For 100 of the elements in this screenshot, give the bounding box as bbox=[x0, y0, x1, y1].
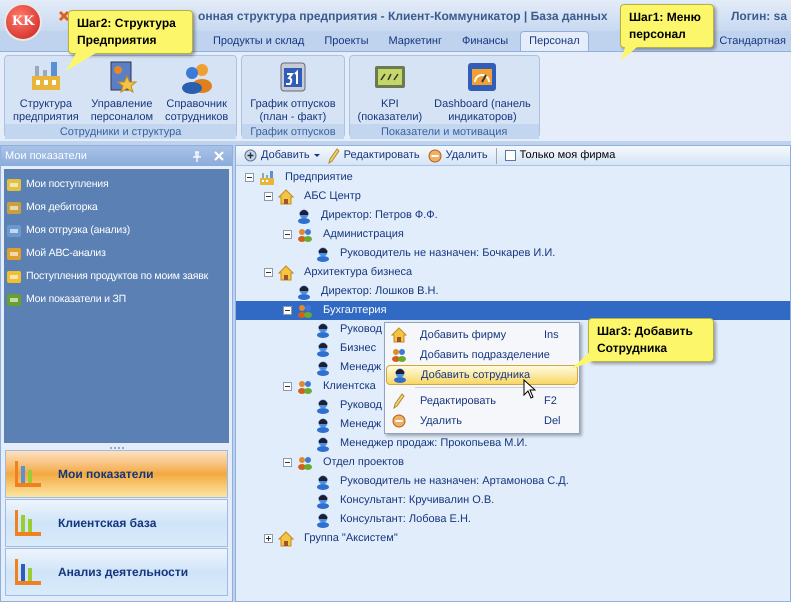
tree-label: Руководитель не назначен: Бочкарев И.И. bbox=[339, 246, 556, 262]
tree-row[interactable]: Менедж bbox=[236, 415, 384, 434]
tree-label: Архитектура бизнеса bbox=[303, 265, 414, 280]
tree-label: Бизнес bbox=[339, 341, 378, 356]
menu-item[interactable]: Редактировать F2 bbox=[386, 391, 578, 411]
tree-label: Директор: Петров Ф.Ф. bbox=[320, 208, 439, 224]
bar-chart-icon bbox=[14, 460, 42, 488]
ribbon-button[interactable]: Структура предприятия bbox=[9, 56, 83, 124]
shortcut-label: Del bbox=[544, 414, 562, 429]
person-icon bbox=[316, 322, 330, 338]
ribbon-button[interactable]: KPI (показатели) bbox=[354, 56, 426, 124]
person-icon bbox=[316, 416, 330, 432]
list-item[interactable]: Поступления продуктов по моим заявк bbox=[4, 265, 229, 288]
tree-row[interactable]: Архитектура бизнеса bbox=[236, 263, 414, 282]
menu-item[interactable]: Добавить фирму Ins bbox=[386, 325, 578, 345]
list-item[interactable]: Мои поступления bbox=[4, 173, 229, 196]
menu-item[interactable]: Добавить подразделение bbox=[386, 345, 578, 365]
collapse-icon[interactable] bbox=[283, 382, 292, 391]
tree-row[interactable]: Администрация bbox=[236, 225, 406, 244]
people-icon bbox=[297, 454, 313, 470]
ribbon-tab[interactable]: Продукты и склад bbox=[205, 31, 312, 51]
tree-row[interactable]: Консультант: Лобова Е.Н. bbox=[236, 510, 473, 529]
list-item[interactable]: Мой АВС-анализ bbox=[4, 242, 229, 265]
nav-button[interactable]: Мои показатели bbox=[5, 450, 228, 498]
menu-item[interactable]: Добавить сотрудника bbox=[386, 365, 578, 385]
caret-icon bbox=[314, 154, 320, 158]
delete-button[interactable]: Удалить bbox=[428, 147, 488, 164]
list-item[interactable]: Моя отгрузка (анализ) bbox=[4, 219, 229, 242]
edit-button[interactable]: Редактировать bbox=[328, 147, 420, 164]
tree-row[interactable]: Бизнес bbox=[236, 339, 378, 358]
callout-pointer bbox=[619, 47, 639, 61]
delete-icon bbox=[392, 414, 406, 428]
person-icon bbox=[393, 367, 407, 383]
nav-button[interactable]: Анализ деятельности bbox=[5, 548, 228, 596]
ribbon-tab[interactable]: Маркетинг bbox=[380, 31, 450, 51]
tree-row[interactable]: Директор: Петров Ф.Ф. bbox=[236, 206, 440, 225]
tree-label: Менеджер продаж: Прокопьева М.И. bbox=[339, 436, 528, 452]
ribbon-button[interactable]: График отпусков (план - факт) bbox=[246, 56, 340, 124]
ribbon-button[interactable]: Справочник сотрудников bbox=[161, 56, 232, 124]
tree-label: Консультант: Кручивалин О.В. bbox=[339, 493, 496, 508]
collapse-icon[interactable] bbox=[264, 268, 273, 277]
ribbon-tab[interactable]: Персонал bbox=[520, 31, 589, 51]
pencil-icon bbox=[393, 393, 405, 409]
person-icon bbox=[316, 492, 330, 508]
group-caption: Сотрудники и структура bbox=[5, 124, 236, 139]
shortcut-label: F2 bbox=[544, 394, 558, 409]
delete-icon bbox=[428, 148, 442, 162]
tree-row[interactable]: Консультант: Кручивалин О.В. bbox=[236, 491, 496, 510]
collapse-icon[interactable] bbox=[283, 306, 292, 315]
window-title: Логин: sa bbox=[730, 8, 787, 24]
close-icon[interactable] bbox=[58, 10, 70, 22]
nav-button[interactable]: Клиентская база bbox=[5, 499, 228, 547]
factory-icon bbox=[259, 170, 275, 186]
collapse-icon[interactable] bbox=[283, 230, 292, 239]
people-icon bbox=[391, 347, 407, 363]
tree-row[interactable]: Предприятие bbox=[236, 168, 355, 187]
tree-row[interactable]: Бухгалтерия bbox=[236, 301, 790, 320]
house-icon bbox=[278, 264, 294, 280]
house-icon bbox=[278, 188, 294, 204]
list-item[interactable]: Моя дебиторка bbox=[4, 196, 229, 219]
only-my-firm-checkbox[interactable]: Только моя фирма bbox=[504, 147, 616, 164]
person-icon bbox=[316, 398, 330, 414]
pencil-icon bbox=[328, 148, 340, 164]
collapse-icon[interactable] bbox=[264, 192, 273, 201]
shortcut-label: Ins bbox=[544, 328, 560, 343]
ribbon-button[interactable]: Dashboard (панель индикаторов) bbox=[430, 56, 535, 124]
ribbon-button[interactable]: Управление персоналом bbox=[86, 56, 158, 124]
chart-icon bbox=[6, 268, 22, 284]
house-icon bbox=[391, 327, 407, 343]
tree-row[interactable]: Менедж bbox=[236, 358, 384, 377]
expand-icon[interactable] bbox=[264, 534, 273, 543]
tree-row[interactable]: Отдел проектов bbox=[236, 453, 406, 472]
tree-row[interactable]: Руководитель не назначен: Артамонова С.Д. bbox=[236, 472, 571, 491]
tree-row[interactable]: Клиентска bbox=[236, 377, 378, 396]
collapse-icon[interactable] bbox=[283, 458, 292, 467]
collapse-icon[interactable] bbox=[245, 173, 254, 182]
tree-row[interactable]: Директор: Лошков В.Н. bbox=[236, 282, 441, 301]
bar-chart-icon bbox=[14, 509, 42, 537]
person-icon bbox=[316, 436, 330, 452]
tree-label: Группа "Аксистем" bbox=[303, 531, 399, 546]
ribbon-tab[interactable]: Проекты bbox=[316, 31, 376, 51]
people-icon bbox=[297, 226, 313, 242]
person-icon bbox=[316, 340, 330, 356]
list-item[interactable]: Мои показатели и ЗП bbox=[4, 288, 229, 311]
tree-row[interactable]: Руковод bbox=[236, 396, 384, 415]
tree-row[interactable]: Группа "Аксистем" bbox=[236, 529, 400, 548]
tree-row[interactable]: Руководитель не назначен: Бочкарев И.И. bbox=[236, 244, 558, 263]
menu-item[interactable]: Удалить Del bbox=[386, 411, 578, 431]
ribbon-tab[interactable]: Стандартная bbox=[715, 31, 790, 51]
person-icon bbox=[316, 360, 330, 376]
tree-row[interactable]: Руковод bbox=[236, 320, 384, 339]
tree-label: Директор: Лошков В.Н. bbox=[320, 284, 440, 300]
bar-chart-icon bbox=[14, 558, 42, 586]
tree-label: Руководитель не назначен: Артамонова С.Д. bbox=[339, 474, 570, 490]
tree-label: Руковод bbox=[339, 322, 383, 338]
ribbon-tab[interactable]: Финансы bbox=[454, 31, 516, 51]
tree-label: Менедж bbox=[339, 417, 382, 432]
add-button[interactable]: Добавить bbox=[244, 147, 320, 164]
tree-row[interactable]: Менеджер продаж: Прокопьева М.И. bbox=[236, 434, 530, 453]
tree-row[interactable]: АБС Центр bbox=[236, 187, 363, 206]
